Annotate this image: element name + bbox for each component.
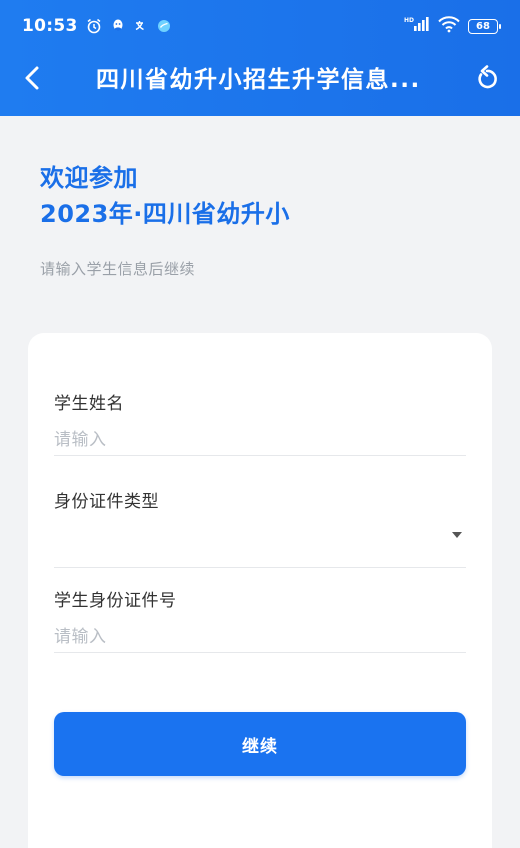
id-type-label: 身份证件类型 xyxy=(54,492,159,512)
refresh-icon xyxy=(475,65,499,95)
intro-hint: 请输入学生信息后继续 xyxy=(40,260,196,278)
status-time: 10:53 xyxy=(22,16,78,36)
battery-icon: 68 xyxy=(468,18,501,34)
alarm-icon xyxy=(86,18,102,34)
signal-icon: HD xyxy=(404,15,430,38)
qq-icon xyxy=(111,18,125,34)
welcome-section: 欢迎参加 2023年·四川省幼升小 请输入学生信息后继续 xyxy=(40,160,290,279)
status-bar: 10:53 HD 68 xyxy=(0,0,520,52)
id-number-placeholder: 请输入 xyxy=(54,627,107,647)
id-number-label: 学生身份证件号 xyxy=(54,591,177,611)
id-type-select[interactable] xyxy=(54,524,466,568)
id-type-field: 身份证件类型 xyxy=(54,487,466,568)
wifi-icon xyxy=(438,15,460,38)
continue-button[interactable]: 继续 xyxy=(54,712,466,776)
network-type: HD xyxy=(404,17,414,24)
app-header: 10:53 HD 68 四川省幼升小招生升学信息... xyxy=(0,0,520,116)
caret-down-icon xyxy=(452,532,462,538)
translate-icon xyxy=(134,19,148,33)
refresh-button[interactable] xyxy=(472,64,502,96)
form-card: 学生姓名 请输入 身份证件类型 学生身份证件号 请输入 继续 xyxy=(28,333,492,848)
id-number-field: 学生身份证件号 请输入 xyxy=(54,586,466,653)
welcome-heading-line2: 2023年·四川省幼升小 xyxy=(40,200,290,228)
app-icon xyxy=(157,19,171,33)
back-button[interactable] xyxy=(18,64,46,96)
student-name-field: 学生姓名 请输入 xyxy=(54,389,466,456)
nav-bar: 四川省幼升小招生升学信息... xyxy=(0,52,520,108)
student-name-input[interactable]: 请输入 xyxy=(54,426,466,456)
status-right: HD 68 xyxy=(404,15,501,38)
student-name-label: 学生姓名 xyxy=(54,394,124,414)
battery-level: 68 xyxy=(476,20,490,32)
student-name-placeholder: 请输入 xyxy=(54,430,107,450)
chevron-left-icon xyxy=(24,65,40,95)
page-title: 四川省幼升小招生升学信息... xyxy=(96,67,421,93)
id-number-input[interactable]: 请输入 xyxy=(54,623,466,653)
notification-icons xyxy=(86,18,171,34)
welcome-heading-line1: 欢迎参加 xyxy=(40,164,138,192)
